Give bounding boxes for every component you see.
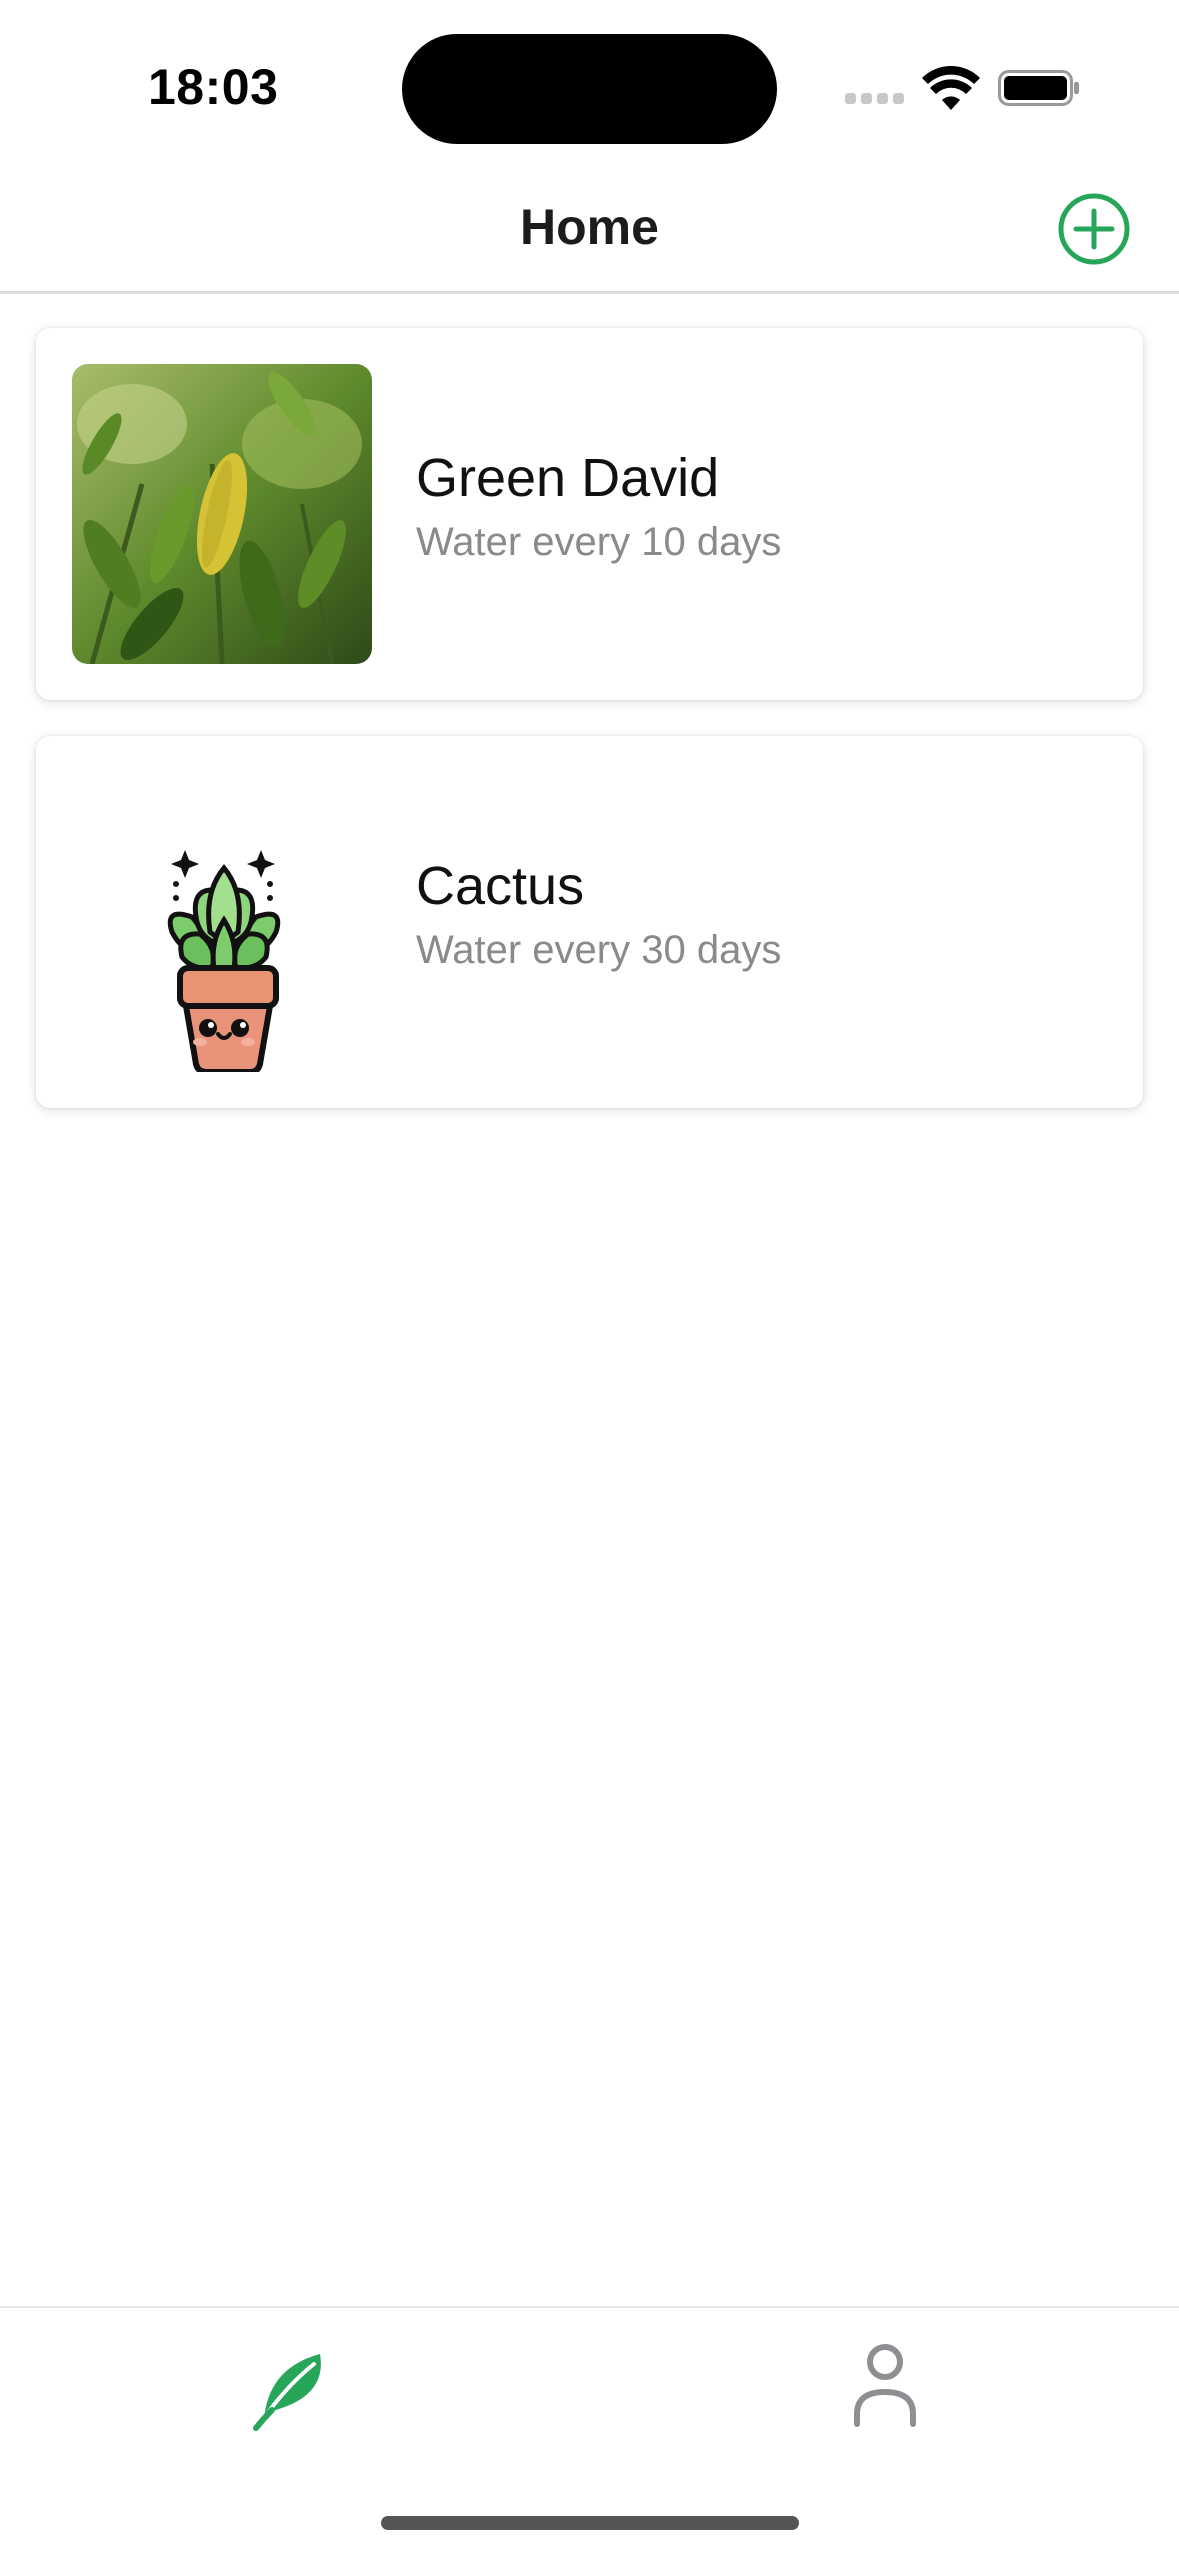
plant-card-text: Cactus Water every 30 days [416,854,781,973]
cellular-signal-icon [845,93,905,105]
tab-plants[interactable] [234,2328,354,2438]
tab-profile[interactable] [825,2328,945,2438]
plant-watering-schedule: Water every 30 days [416,928,782,972]
plus-circle-icon [1058,193,1130,265]
cute-potted-plant-illustration [167,850,281,1072]
plant-card[interactable]: Green David Water every 10 days [36,328,1143,700]
app-screen: 18:03 Home Green David Water every 10 da… [0,0,1179,2556]
plant-list: Green David Water every 10 days Cactus W… [36,328,1143,1144]
leafy-plant-photo [72,364,372,664]
add-plant-button[interactable] [1057,192,1131,266]
plant-card[interactable]: Cactus Water every 30 days [36,736,1143,1108]
plant-name: Cactus [416,856,585,916]
status-time: 18:03 [148,59,279,115]
plant-name: Green David [416,448,720,508]
plant-card-text: Green David Water every 10 days [416,446,781,565]
plant-watering-schedule: Water every 10 days [416,520,782,564]
status-bar: 18:03 [0,0,1179,170]
wifi-icon [922,66,980,110]
home-indicator[interactable] [381,2516,799,2530]
navigation-bar: Home [0,170,1179,294]
plant-illustration-thumbnail [72,772,372,1072]
page-title: Home [520,199,659,255]
plant-photo-thumbnail [72,364,372,664]
battery-icon [998,70,1079,106]
person-icon [854,2344,916,2427]
leaf-icon [253,2354,321,2431]
dynamic-island [402,34,777,144]
